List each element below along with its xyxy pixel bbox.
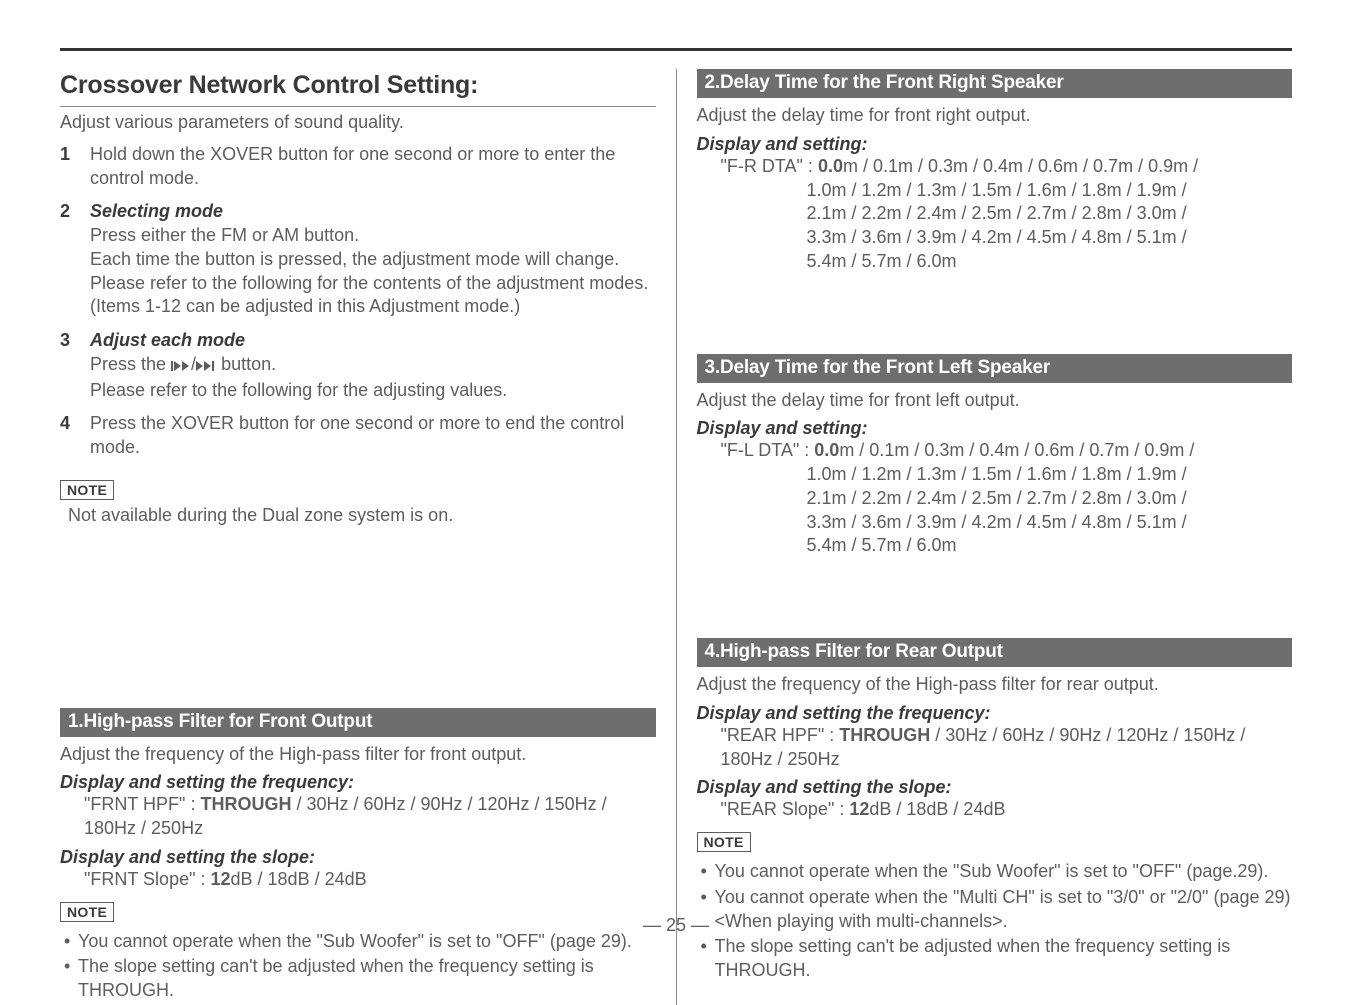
step-2: 2 Selecting mode Press either the FM or … [60,200,656,319]
step-3: 3 Adjust each mode Press the / button. P… [60,329,656,402]
section-2: 2.Delay Time for the Front Right Speaker… [697,69,1293,288]
value-rest: dB / 18dB / 24dB [869,799,1005,819]
step-line: Each time the button is pressed, the adj… [90,249,619,269]
note-label: NOTE [697,832,751,852]
skip-forward-icon [196,355,216,379]
display-setting-heading: Display and setting the slope: [697,777,1293,798]
value-line: 1.0m / 1.2m / 1.3m / 1.5m / 1.6m / 1.8m … [721,179,1187,203]
value-key: "F-R DTA" : [721,156,818,176]
skip-back-icon [171,355,191,379]
freq-values: "REAR HPF" : THROUGH / 30Hz / 60Hz / 90H… [697,724,1293,772]
page-number: — 25 — [0,915,1352,936]
note-label: NOTE [60,480,114,500]
section-intro: Adjust the delay time for front left out… [697,389,1293,413]
step-4: 4 Press the XOVER button for one second … [60,412,656,460]
step-body: Press the XOVER button for one second or… [90,413,624,457]
value-line: 2.1m / 2.2m / 2.4m / 2.5m / 2.7m / 2.8m … [721,202,1187,226]
section-bar: 2.Delay Time for the Front Right Speaker [697,69,1293,98]
top-rule [60,48,1292,51]
column-divider [676,69,677,1005]
spacer [60,528,656,702]
value-key: "REAR HPF" : [721,725,840,745]
note-text: Not available during the Dual zone syste… [68,504,656,528]
section-bar: 4.High-pass Filter for Rear Output [697,638,1293,667]
value-key: "REAR Slope" : [721,799,850,819]
display-setting-heading: Display and setting the frequency: [60,772,656,793]
display-setting-heading: Display and setting the frequency: [697,703,1293,724]
section-intro: Adjust the delay time for front right ou… [697,104,1293,128]
step-1: 1 Hold down the XOVER button for one sec… [60,143,656,191]
delay-values: "F-L DTA" : 0.0m / 0.1m / 0.3m / 0.4m / … [697,439,1293,558]
step-number: 1 [60,143,70,167]
two-column-layout: Crossover Network Control Setting: Adjus… [60,69,1292,1005]
value-line: 5.4m / 5.7m / 6.0m [721,534,957,558]
bullet-item: You cannot operate when the "Sub Woofer"… [697,860,1293,884]
crossover-heading: Crossover Network Control Setting: [60,71,656,100]
section-3: 3.Delay Time for the Front Left Speaker … [697,354,1293,573]
freq-values: "FRNT HPF" : THROUGH / 30Hz / 60Hz / 90H… [60,793,656,841]
value-line: m / 0.1m / 0.3m / 0.4m / 0.6m / 0.7m / 0… [839,440,1194,460]
step-line: Press either the FM or AM button. [90,225,359,245]
spacer [697,572,1293,632]
section-bar: 3.Delay Time for the Front Left Speaker [697,354,1293,383]
value-bold: 12 [849,799,869,819]
right-column: 2.Delay Time for the Front Right Speaker… [697,69,1293,1005]
section-intro: Adjust the frequency of the High-pass fi… [697,673,1293,697]
value-key: "FRNT Slope" : [84,869,210,889]
section-intro: Adjust the frequency of the High-pass fi… [60,743,656,767]
value-bold: 0.0 [814,440,839,460]
value-key: "F-L DTA" : [721,440,815,460]
section-4: 4.High-pass Filter for Rear Output Adjus… [697,638,1293,999]
value-line: 3.3m / 3.6m / 3.9m / 4.2m / 4.5m / 4.8m … [721,511,1187,535]
left-column: Crossover Network Control Setting: Adjus… [60,69,656,1005]
delay-values: "F-R DTA" : 0.0m / 0.1m / 0.3m / 0.4m / … [697,155,1293,274]
note-bullets: You cannot operate when the "Sub Woofer"… [60,930,656,1003]
value-line: 1.0m / 1.2m / 1.3m / 1.5m / 1.6m / 1.8m … [721,463,1187,487]
value-line: 2.1m / 2.2m / 2.4m / 2.5m / 2.7m / 2.8m … [721,487,1187,511]
step-body: Hold down the XOVER button for one secon… [90,144,615,188]
value-rest: dB / 18dB / 24dB [231,869,367,889]
heading-underline [60,106,656,107]
display-setting-heading: Display and setting: [697,418,1293,439]
step-line-pre: Press the [90,354,171,374]
section-1: 1.High-pass Filter for Front Output Adju… [60,708,656,1003]
slope-values: "REAR Slope" : 12dB / 18dB / 24dB [697,798,1293,822]
steps-list: 1 Hold down the XOVER button for one sec… [60,143,656,460]
page-container: Crossover Network Control Setting: Adjus… [0,0,1352,954]
slope-values: "FRNT Slope" : 12dB / 18dB / 24dB [60,868,656,892]
bullet-item: The slope setting can't be adjusted when… [697,935,1293,983]
step-line: Please refer to the following for the co… [90,273,648,317]
value-bold: 12 [210,869,230,889]
bullet-item: The slope setting can't be adjusted when… [60,955,656,1003]
value-line: 5.4m / 5.7m / 6.0m [721,250,957,274]
value-bold: 0.0 [818,156,843,176]
intro-text: Adjust various parameters of sound quali… [60,111,656,135]
step-line: Please refer to the following for the ad… [90,380,507,400]
value-line: m / 0.1m / 0.3m / 0.4m / 0.6m / 0.7m / 0… [843,156,1198,176]
value-bold: THROUGH [839,725,930,745]
value-line: 3.3m / 3.6m / 3.9m / 4.2m / 4.5m / 4.8m … [721,226,1187,250]
spacer [697,288,1293,348]
step-number: 3 [60,329,70,353]
step-number: 2 [60,200,70,224]
display-setting-heading: Display and setting: [697,134,1293,155]
value-bold: THROUGH [200,794,291,814]
step-number: 4 [60,412,70,436]
step-title: Adjust each mode [90,330,245,350]
section-bar: 1.High-pass Filter for Front Output [60,708,656,737]
value-key: "FRNT HPF" : [84,794,200,814]
display-setting-heading: Display and setting the slope: [60,847,656,868]
step-title: Selecting mode [90,201,223,221]
step-line-post: button. [216,354,276,374]
